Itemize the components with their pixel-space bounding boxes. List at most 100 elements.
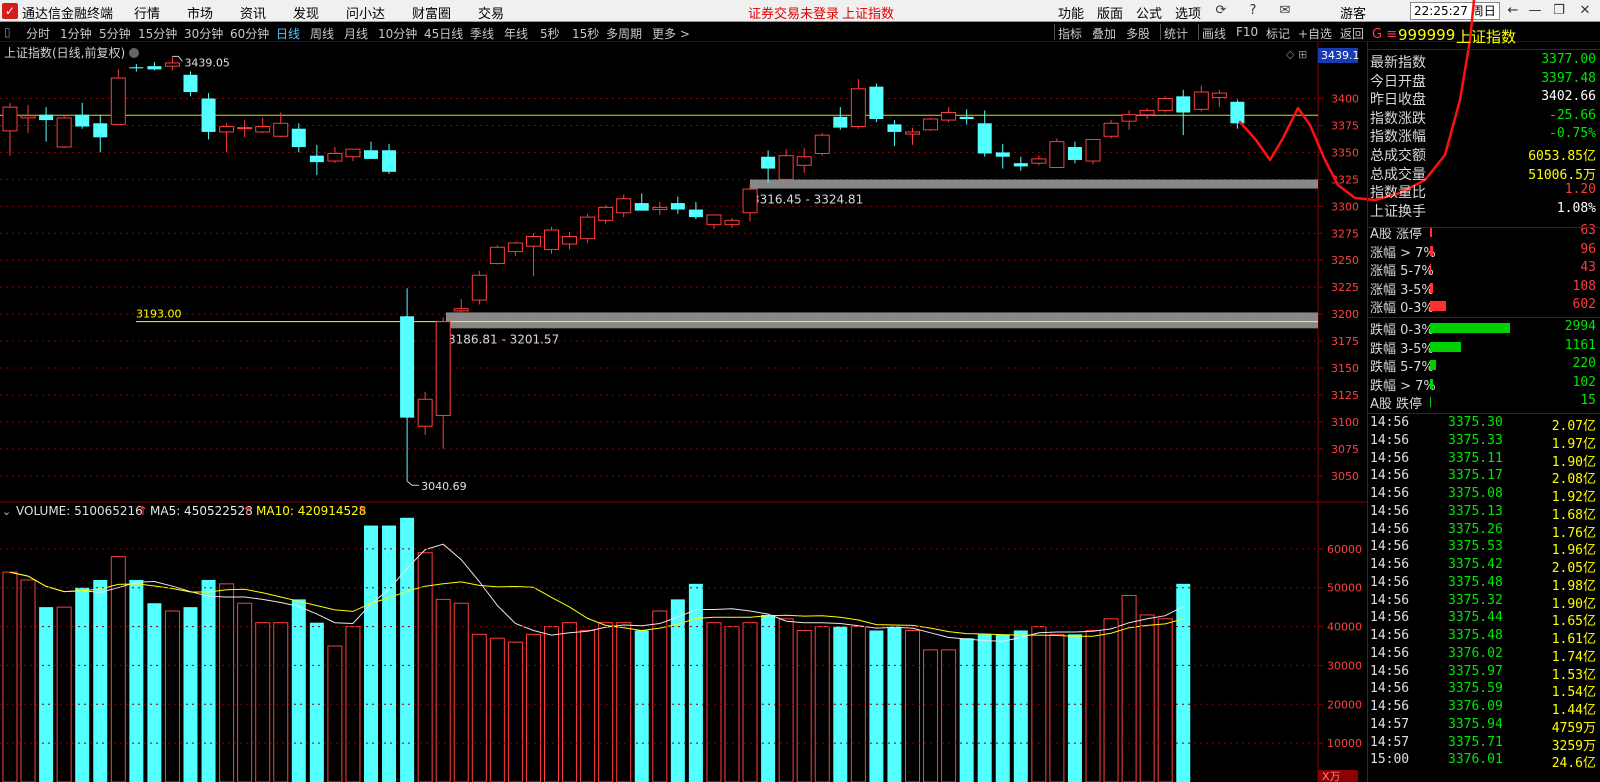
candle-body-up (941, 112, 957, 121)
tick-time: 14:56 (1370, 610, 1410, 626)
candle-body-down (147, 66, 162, 70)
kline-chart[interactable]: 上证指数(日线,前复权) ◇ ⊞ 3439.1 3400 3375 3350 3325… (0, 42, 1368, 782)
period-60min[interactable]: 60分钟 (230, 25, 269, 42)
candle-body-up (1139, 109, 1155, 116)
period-daily[interactable]: 日线 (276, 25, 300, 42)
period-more[interactable]: 更多 > (652, 25, 690, 42)
price-tick-label: 3050 (1331, 470, 1359, 483)
tool-tongji[interactable]: 统计 (1164, 25, 1188, 42)
tick-time: 14:56 (1370, 557, 1410, 572)
candle-body-up (616, 198, 632, 214)
menu-hangqing[interactable]: 行情 (134, 3, 160, 22)
menu-jiaoyi[interactable]: 交易 (478, 3, 504, 22)
period-15sec[interactable]: 15秒 (572, 25, 599, 42)
period-weekly[interactable]: 周线 (310, 25, 334, 42)
breadth-value: 108 (1572, 278, 1596, 294)
menu-banmian[interactable]: 版面 (1097, 3, 1123, 22)
tick-row: 14:56 3375.97 1.53亿 (1368, 664, 1600, 683)
tick-row: 14:56 3375.13 1.68亿 (1368, 504, 1600, 523)
help-icon[interactable]: ? (1244, 2, 1262, 20)
menu-caifuquan[interactable]: 财富圈 (412, 3, 451, 22)
tick-price: 3375.48 (1448, 574, 1503, 590)
candle-body-up (905, 131, 920, 135)
period-5min[interactable]: 5分钟 (99, 25, 131, 42)
candle-body-up (273, 122, 289, 137)
menu-shichang[interactable]: 市场 (187, 3, 213, 22)
chart-grid (0, 98, 1318, 477)
title-bar: ✓ 通达信金融终端 行情 市场 资讯 发现 问小达 财富圈 交易 证券交易未登录… (0, 0, 1600, 22)
period-toolbar: ▯ 分时 1分钟 5分钟 15分钟 30分钟 60分钟 日线 周线 月线 10分… (0, 22, 1600, 42)
tool-zhibiao[interactable]: 指标 (1058, 25, 1082, 42)
period-5sec[interactable]: 5秒 (540, 25, 560, 42)
tool-diejia[interactable]: 叠加 (1092, 25, 1116, 42)
candle-body-up (327, 152, 343, 162)
candle-body-down (869, 86, 884, 119)
period-1min[interactable]: 1分钟 (60, 25, 92, 42)
tool-biaoji[interactable]: 标记 (1266, 25, 1290, 42)
candle-body-down (887, 124, 902, 132)
tool-add-watchlist[interactable]: +自选 (1298, 25, 1332, 42)
period-monthly[interactable]: 月线 (344, 25, 368, 42)
candle-body-up (814, 134, 830, 154)
period-15min[interactable]: 15分钟 (138, 25, 177, 42)
tool-huaxian[interactable]: 画线 (1202, 25, 1226, 42)
panel-divider (1368, 413, 1600, 414)
collapse-icon[interactable]: ◇ ⊞ (1286, 48, 1307, 61)
price-tick-label: 3250 (1331, 254, 1359, 267)
refresh-icon[interactable]: ⟳ (1212, 2, 1230, 20)
quote-row: 最新指数 3377.00 (1368, 52, 1600, 71)
period-fenshi[interactable]: 分时 (26, 25, 50, 42)
tool-back[interactable]: 返回 (1340, 25, 1364, 42)
candle-body-down (364, 150, 378, 159)
candle-body-down (670, 203, 685, 210)
period-multi[interactable]: 多周期 (606, 25, 642, 42)
candle-body-up (706, 214, 722, 226)
back-arrow-icon[interactable]: ← (1504, 2, 1522, 20)
quote-header: G ≡ 999999 上证指数 (1368, 22, 1600, 50)
breadth-value: 1161 (1564, 337, 1596, 353)
tool-f10[interactable]: F10 (1236, 25, 1258, 39)
tick-amount: 1.44亿 (1551, 703, 1596, 718)
quote-g-icon[interactable]: G ≡ (1372, 27, 1397, 42)
volume-bar-down (869, 630, 884, 782)
candle-body-up (471, 274, 487, 301)
menu-wenxiaoda[interactable]: 问小达 (346, 3, 385, 22)
user-label[interactable]: 游客 (1340, 3, 1366, 22)
tick-time: 14:56 (1370, 486, 1410, 501)
candle-body-down (1230, 101, 1245, 124)
candle-body-up (417, 398, 433, 427)
period-45day[interactable]: 45日线 (424, 25, 463, 42)
tick-row: 14:56 3375.44 1.65亿 (1368, 610, 1600, 629)
menu-gongneng[interactable]: 功能 (1058, 3, 1084, 22)
tool-duogu[interactable]: 多股 (1126, 25, 1150, 42)
ma10-label: MA10: 420914528 (256, 504, 366, 518)
panel-toggle-icon[interactable]: ▯ (4, 25, 11, 39)
menu-gongshi[interactable]: 公式 (1136, 3, 1162, 22)
tick-row: 14:56 3376.02 1.74亿 (1368, 646, 1600, 665)
volume-collapse-icon[interactable]: ⌄ (2, 505, 11, 518)
tick-row: 14:56 3375.11 1.90亿 (1368, 451, 1600, 470)
period-30min[interactable]: 30分钟 (184, 25, 223, 42)
mail-icon[interactable]: ✉ (1276, 2, 1294, 20)
period-yearly[interactable]: 年线 (504, 25, 528, 42)
tick-time: 14:56 (1370, 432, 1410, 448)
period-10min[interactable]: 10分钟 (378, 25, 417, 42)
menu-zixun[interactable]: 资讯 (240, 3, 266, 22)
close-icon[interactable]: ✕ (1576, 2, 1594, 20)
price-tick-label: 3375 (1331, 119, 1359, 132)
volume-bar-up (453, 602, 469, 782)
minimize-icon[interactable]: — (1526, 2, 1544, 20)
chart-title-dropdown-icon[interactable] (129, 48, 139, 58)
tick-amount: 24.6亿 (1551, 756, 1596, 772)
menu-faxian[interactable]: 发现 (293, 3, 319, 22)
login-notice[interactable]: 证券交易未登录 (748, 3, 839, 22)
volume-bar-up (905, 629, 920, 782)
period-quarterly[interactable]: 季线 (470, 25, 494, 42)
price-tick-label: 3350 (1331, 146, 1359, 159)
quote-name: 上证指数 (1456, 28, 1517, 46)
menu-xuanxiang[interactable]: 选项 (1175, 3, 1201, 22)
restore-icon[interactable]: ❐ (1550, 2, 1568, 20)
volume-unit-label: X万 (1322, 770, 1341, 782)
tick-price: 3375.30 (1448, 415, 1503, 430)
breadth-label: 跌幅 > 7% (1370, 378, 1436, 394)
